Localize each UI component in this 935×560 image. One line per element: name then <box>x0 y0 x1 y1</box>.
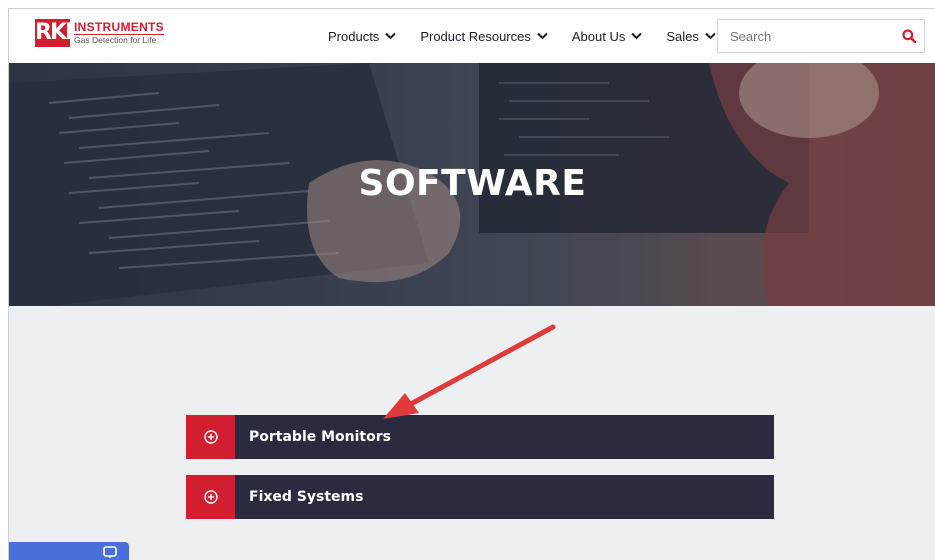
page-title: SOFTWARE <box>358 163 587 204</box>
accordion-item-fixed-systems[interactable]: Fixed Systems <box>186 475 774 519</box>
plus-circle-icon <box>203 430 218 444</box>
nav-item-products[interactable]: Products <box>328 28 397 44</box>
logo-name: INSTRUMENTS <box>74 19 164 35</box>
chevron-down-icon <box>705 32 716 40</box>
logo-mark: RKI <box>35 19 73 47</box>
nav-item-label: Sales <box>666 28 699 44</box>
chevron-down-icon <box>385 32 397 40</box>
accordion-toggle[interactable] <box>186 475 235 519</box>
plus-circle-icon <box>203 490 218 504</box>
nav-item-label: Product Resources <box>420 28 531 44</box>
accordion-label: Portable Monitors <box>249 429 391 445</box>
main-nav: Products Product Resources About Us Sale… <box>328 9 716 63</box>
search-icon[interactable] <box>902 29 916 43</box>
nav-item-product-resources[interactable]: Product Resources <box>420 29 548 44</box>
rki-logo[interactable]: RKI INSTRUMENTS Gas Detection for Life <box>35 19 164 47</box>
page: RKI INSTRUMENTS Gas Detection for Life P… <box>8 8 935 560</box>
nav-item-sales[interactable]: Sales <box>666 29 716 44</box>
chat-widget-tab[interactable] <box>9 542 129 560</box>
nav-item-label: Products <box>328 28 380 44</box>
nav-item-label: About Us <box>571 28 626 44</box>
logo-tagline: Gas Detection for Life <box>74 34 157 45</box>
accordion-item-portable-monitors[interactable]: Portable Monitors <box>186 415 774 459</box>
chevron-down-icon <box>631 32 643 40</box>
accordion-label: Fixed Systems <box>249 489 364 505</box>
accordion-toggle[interactable] <box>186 415 235 459</box>
search-box <box>717 19 925 53</box>
chevron-down-icon <box>537 32 548 40</box>
site-header: RKI INSTRUMENTS Gas Detection for Life P… <box>9 9 935 63</box>
search-input[interactable] <box>718 28 893 44</box>
nav-item-about-us[interactable]: About Us <box>571 28 643 44</box>
chat-bubble-icon <box>103 546 117 559</box>
logo-text: INSTRUMENTS Gas Detection for Life <box>74 19 164 46</box>
hero-banner: SOFTWARE <box>9 63 935 306</box>
